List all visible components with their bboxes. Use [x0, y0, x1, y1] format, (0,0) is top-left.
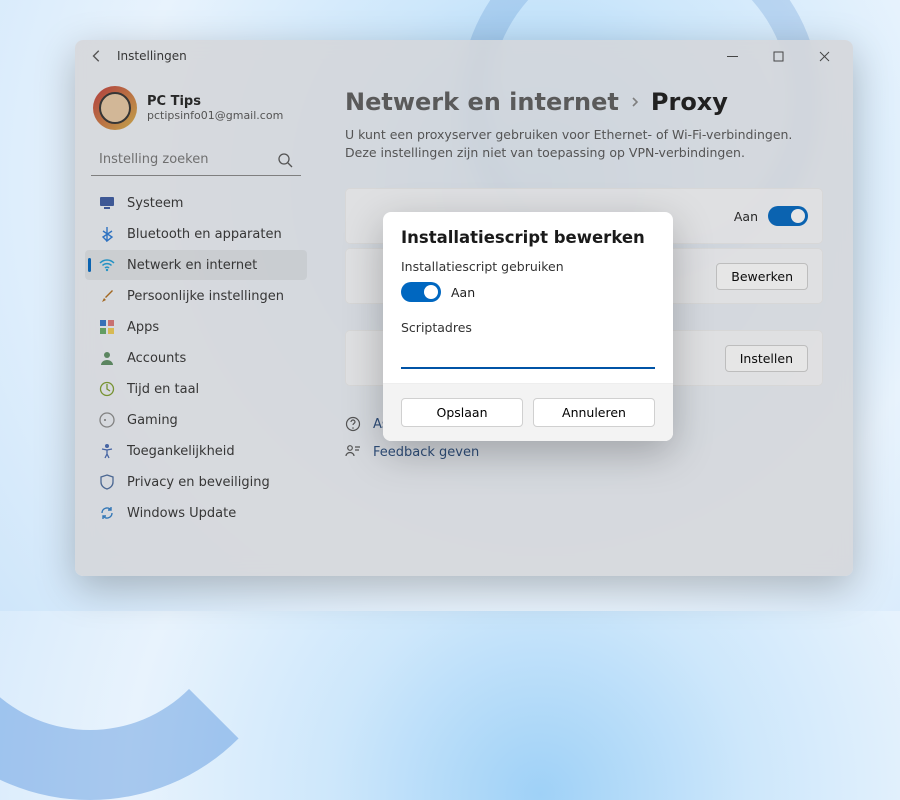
globe-clock-icon [99, 381, 115, 397]
sidebar-item-label: Privacy en beveiliging [127, 475, 270, 490]
script-address-label: Scriptadres [401, 320, 655, 335]
wifi-icon [99, 257, 115, 273]
minimize-button[interactable] [709, 40, 755, 72]
nav: Systeem Bluetooth en apparaten Netwerk e… [85, 188, 307, 528]
feedback-link[interactable]: Feedback geven [345, 444, 823, 460]
dialog-title: Installatiescript bewerken [401, 228, 655, 247]
sidebar-item-time[interactable]: Tijd en taal [85, 374, 307, 404]
avatar [93, 86, 137, 130]
setup-manual-button[interactable]: Instellen [725, 345, 808, 372]
page-description: U kunt een proxyserver gebruiken voor Et… [345, 126, 823, 162]
close-icon [819, 51, 830, 62]
feedback-icon [345, 444, 361, 460]
sidebar-item-gaming[interactable]: Gaming [85, 405, 307, 435]
apps-icon [99, 319, 115, 335]
page-title: Proxy [651, 88, 728, 116]
maximize-icon [773, 51, 784, 62]
sidebar-item-apps[interactable]: Apps [85, 312, 307, 342]
sidebar-item-accessibility[interactable]: Toegankelijkheid [85, 436, 307, 466]
sidebar-item-label: Gaming [127, 413, 178, 428]
sidebar-item-personalization[interactable]: Persoonlijke instellingen [85, 281, 307, 311]
breadcrumb-parent[interactable]: Netwerk en internet [345, 88, 619, 116]
back-button[interactable] [81, 40, 113, 72]
close-button[interactable] [801, 40, 847, 72]
profile-name: PC Tips [147, 94, 283, 109]
sidebar-item-label: Apps [127, 320, 159, 335]
edit-script-dialog: Installatiescript bewerken Installatiesc… [383, 212, 673, 441]
sidebar-item-label: Tijd en taal [127, 382, 199, 397]
person-icon [99, 350, 115, 366]
toggle-label: Aan [734, 209, 758, 224]
sidebar-item-update[interactable]: Windows Update [85, 498, 307, 528]
gamepad-icon [99, 412, 115, 428]
accessibility-icon [99, 443, 115, 459]
edit-script-button[interactable]: Bewerken [716, 263, 808, 290]
bluetooth-icon [99, 226, 115, 242]
settings-window: Instellingen PC Tips pctipsinfo01@gmail.… [75, 40, 853, 576]
save-button[interactable]: Opslaan [401, 398, 523, 427]
sidebar-item-bluetooth[interactable]: Bluetooth en apparaten [85, 219, 307, 249]
minimize-icon [727, 51, 738, 62]
sidebar-item-label: Windows Update [127, 506, 236, 521]
dialog-use-script-label: Installatiescript gebruiken [401, 259, 655, 274]
maximize-button[interactable] [755, 40, 801, 72]
sidebar-item-label: Bluetooth en apparaten [127, 227, 282, 242]
chevron-right-icon [629, 93, 641, 112]
search-icon [277, 152, 293, 168]
sidebar-item-network[interactable]: Netwerk en internet [85, 250, 307, 280]
paintbrush-icon [99, 288, 115, 304]
use-script-toggle[interactable] [401, 282, 441, 302]
search-box[interactable] [91, 144, 301, 176]
script-address-input[interactable] [401, 341, 655, 369]
sidebar-item-label: Systeem [127, 196, 183, 211]
sidebar-item-label: Accounts [127, 351, 186, 366]
sidebar-item-system[interactable]: Systeem [85, 188, 307, 218]
profile-email: pctipsinfo01@gmail.com [147, 109, 283, 122]
help-link-label: Feedback geven [373, 445, 479, 460]
toggle-label: Aan [451, 285, 475, 300]
arrow-left-icon [90, 49, 104, 63]
sidebar-item-label: Persoonlijke instellingen [127, 289, 284, 304]
sidebar-item-privacy[interactable]: Privacy en beveiliging [85, 467, 307, 497]
sidebar-item-label: Netwerk en internet [127, 258, 257, 273]
sidebar-item-label: Toegankelijkheid [127, 444, 235, 459]
profile-block[interactable]: PC Tips pctipsinfo01@gmail.com [85, 82, 307, 142]
breadcrumb: Netwerk en internet Proxy [345, 88, 823, 116]
sidebar-item-accounts[interactable]: Accounts [85, 343, 307, 373]
display-icon [99, 195, 115, 211]
help-icon [345, 416, 361, 432]
shield-icon [99, 474, 115, 490]
cancel-button[interactable]: Annuleren [533, 398, 655, 427]
search-input[interactable] [91, 144, 301, 176]
autodetect-toggle[interactable] [768, 206, 808, 226]
sync-icon [99, 505, 115, 521]
sidebar: PC Tips pctipsinfo01@gmail.com Systeem B… [75, 72, 315, 576]
titlebar: Instellingen [75, 40, 853, 72]
app-title: Instellingen [117, 49, 187, 63]
